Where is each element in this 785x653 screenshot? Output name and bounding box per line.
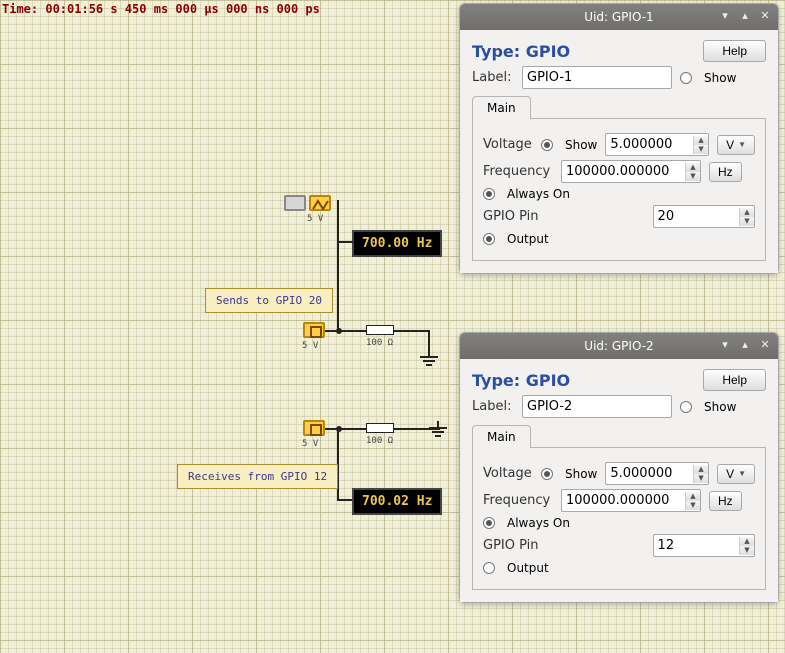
window-collapse-icon[interactable]: ▾ xyxy=(718,8,732,22)
gpio-pin-caption: GPIO Pin xyxy=(483,538,543,553)
voltage-caption: Voltage xyxy=(483,466,533,481)
frequency-readout-2: 700.02 Hz xyxy=(352,488,442,515)
always-on-text: Always On xyxy=(507,187,570,201)
spin-up-icon[interactable]: ▲ xyxy=(694,136,708,145)
always-on-radio[interactable] xyxy=(483,517,495,529)
properties-panel-gpio2[interactable]: Uid: GPIO-2 ▾ ▴ ✕ Type: GPIO Help Label:… xyxy=(459,332,779,603)
resistor-2[interactable] xyxy=(366,423,394,433)
gpio-pin-input[interactable] xyxy=(654,206,739,227)
spin-up-icon[interactable]: ▲ xyxy=(694,465,708,474)
wire xyxy=(337,499,353,501)
wire xyxy=(428,330,430,352)
show-label-text: Show xyxy=(704,400,736,414)
tab-main[interactable]: Main xyxy=(472,96,531,119)
oscillator-waveform-block[interactable] xyxy=(309,195,331,211)
show-label-radio[interactable] xyxy=(680,401,692,413)
label-input[interactable] xyxy=(522,395,672,418)
label-caption: Label: xyxy=(472,70,514,85)
tab-main[interactable]: Main xyxy=(472,425,531,448)
frequency-unit-button[interactable]: Hz xyxy=(709,491,742,511)
spin-up-icon[interactable]: ▲ xyxy=(740,537,754,546)
spin-down-icon[interactable]: ▼ xyxy=(740,217,754,226)
chevron-down-icon: ▼ xyxy=(738,140,746,149)
type-label: Type: GPIO xyxy=(472,371,570,390)
frequency-input[interactable] xyxy=(562,161,685,182)
voltage-unit-button[interactable]: V▼ xyxy=(717,464,755,484)
window-expand-icon[interactable]: ▴ xyxy=(738,8,752,22)
wire xyxy=(337,241,353,243)
simulation-time: Time: 00:01:56 s 450 ms 000 µs 000 ns 00… xyxy=(2,2,320,16)
window-close-icon[interactable]: ✕ xyxy=(758,8,772,22)
frequency-caption: Frequency xyxy=(483,164,553,179)
voltage-show-radio[interactable] xyxy=(541,139,553,151)
window-expand-icon[interactable]: ▴ xyxy=(738,337,752,351)
ground-1 xyxy=(420,350,438,364)
spin-up-icon[interactable]: ▲ xyxy=(740,208,754,217)
spin-down-icon[interactable]: ▼ xyxy=(740,546,754,555)
chip-icon xyxy=(305,422,327,438)
voltage-input[interactable] xyxy=(606,463,693,484)
resistor-1[interactable] xyxy=(366,325,394,335)
properties-panel-gpio1[interactable]: Uid: GPIO-1 ▾ ▴ ✕ Type: GPIO Help Label:… xyxy=(459,3,779,274)
panel-titlebar[interactable]: Uid: GPIO-2 ▾ ▴ ✕ xyxy=(460,333,778,359)
label-input[interactable] xyxy=(522,66,672,89)
gpio-pin-caption: GPIO Pin xyxy=(483,209,543,224)
voltage-input[interactable] xyxy=(606,134,693,155)
gpio1-voltage-label: 5 V xyxy=(302,341,318,351)
window-close-icon[interactable]: ✕ xyxy=(758,337,772,351)
voltage-show-text: Show xyxy=(565,467,597,481)
frequency-input[interactable] xyxy=(562,490,685,511)
oscillator-voltage-label: 5 V xyxy=(307,214,323,224)
help-button[interactable]: Help xyxy=(703,40,766,62)
frequency-readout-1: 700.00 Hz xyxy=(352,230,442,257)
resistor-2-label: 100 Ω xyxy=(366,436,393,446)
gpio2-voltage-label: 5 V xyxy=(302,439,318,449)
output-text: Output xyxy=(507,232,549,246)
spin-down-icon[interactable]: ▼ xyxy=(694,474,708,483)
spin-down-icon[interactable]: ▼ xyxy=(694,145,708,154)
annotation-sends[interactable]: Sends to GPIO 20 xyxy=(205,288,333,313)
output-text: Output xyxy=(507,561,549,575)
always-on-text: Always On xyxy=(507,516,570,530)
spin-down-icon[interactable]: ▼ xyxy=(686,501,700,510)
frequency-unit-button[interactable]: Hz xyxy=(709,162,742,182)
spin-up-icon[interactable]: ▲ xyxy=(686,492,700,501)
gpio-pin-input[interactable] xyxy=(654,535,739,556)
output-radio[interactable] xyxy=(483,562,495,574)
chevron-down-icon: ▼ xyxy=(738,469,746,478)
resistor-1-label: 100 Ω xyxy=(366,338,393,348)
help-button[interactable]: Help xyxy=(703,369,766,391)
frequency-caption: Frequency xyxy=(483,493,553,508)
oscillator-source-block[interactable] xyxy=(284,195,306,211)
show-label-text: Show xyxy=(704,71,736,85)
type-label: Type: GPIO xyxy=(472,42,570,61)
gpio1-block[interactable] xyxy=(303,322,325,338)
annotation-receives[interactable]: Receives from GPIO 12 xyxy=(177,464,338,489)
label-caption: Label: xyxy=(472,399,514,414)
output-radio[interactable] xyxy=(483,233,495,245)
always-on-radio[interactable] xyxy=(483,188,495,200)
voltage-caption: Voltage xyxy=(483,137,533,152)
panel-titlebar[interactable]: Uid: GPIO-1 ▾ ▴ ✕ xyxy=(460,4,778,30)
window-collapse-icon[interactable]: ▾ xyxy=(718,337,732,351)
spin-up-icon[interactable]: ▲ xyxy=(686,163,700,172)
junction-node xyxy=(336,426,342,432)
show-label-radio[interactable] xyxy=(680,72,692,84)
wire xyxy=(337,200,339,330)
junction-node xyxy=(336,328,342,334)
ground-2 xyxy=(429,421,447,435)
voltage-unit-button[interactable]: V▼ xyxy=(717,135,755,155)
chip-icon xyxy=(305,324,327,340)
voltage-show-text: Show xyxy=(565,138,597,152)
voltage-show-radio[interactable] xyxy=(541,468,553,480)
gpio2-block[interactable] xyxy=(303,420,325,436)
triangle-wave-icon xyxy=(311,197,333,213)
spin-down-icon[interactable]: ▼ xyxy=(686,172,700,181)
